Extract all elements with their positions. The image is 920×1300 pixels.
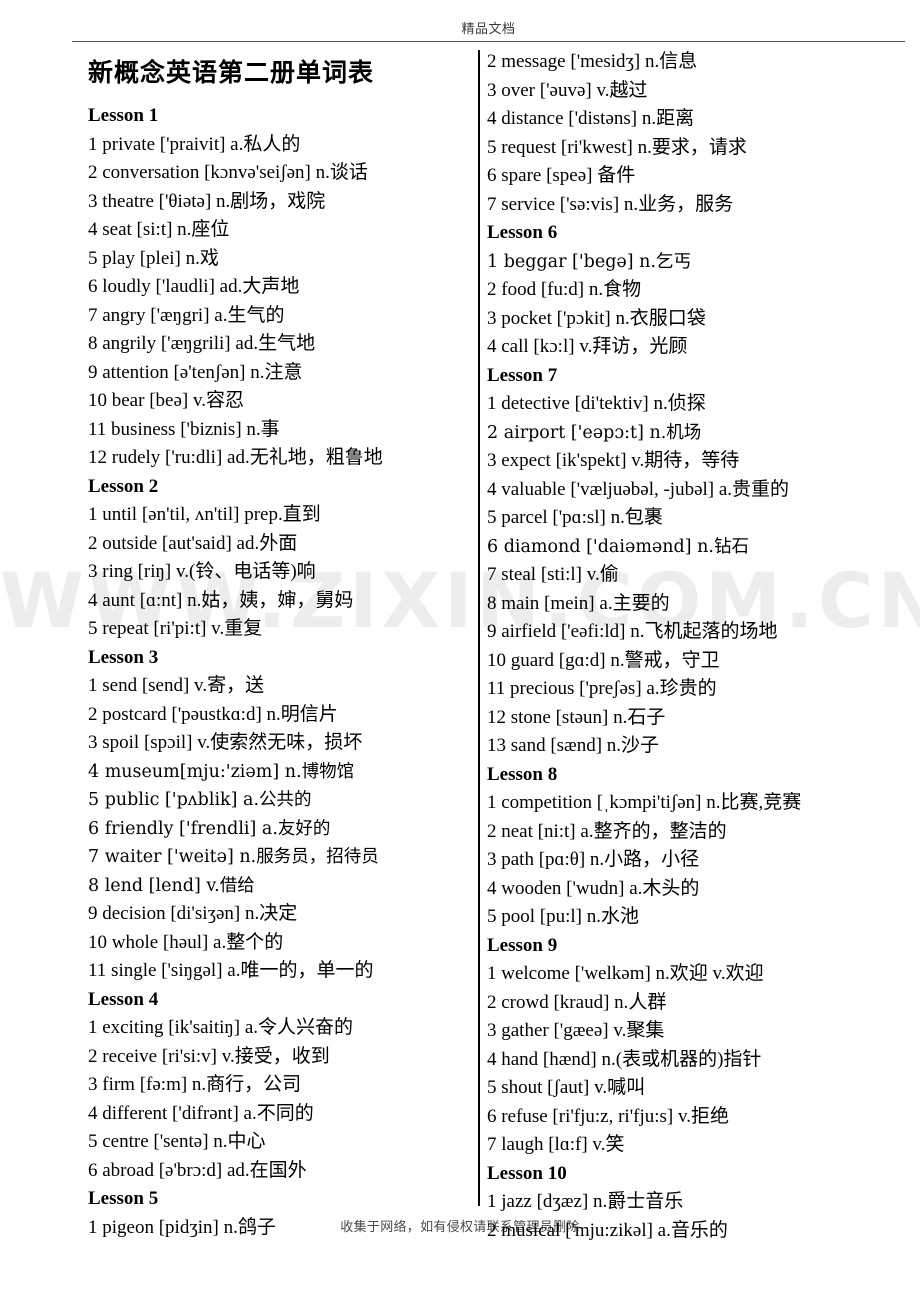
vocabulary-entry: 2 musical ['mju:zikəl] a.音乐的 bbox=[487, 1219, 728, 1241]
lesson-heading: Lesson 6 bbox=[487, 222, 558, 243]
vocabulary-entry: 8 main [mein] a.主要的 bbox=[487, 592, 670, 614]
vocabulary-entry: 6 friendly ['frendli] a.友好的 bbox=[88, 818, 331, 839]
vocabulary-entry: 1 beggar ['begə] n.乞丐 bbox=[487, 251, 692, 272]
vocabulary-entry: 3 theatre ['θiətə] n.剧场，戏院 bbox=[88, 190, 326, 212]
header-divider-rule bbox=[72, 41, 905, 42]
lesson-heading: Lesson 7 bbox=[487, 364, 558, 386]
vocabulary-entry: 3 gather ['gæeə] v.聚集 bbox=[487, 1020, 665, 1041]
vocabulary-entry: 7 service ['sə:vis] n.业务，服务 bbox=[487, 193, 734, 215]
vocabulary-entry: 2 neat [ni:t] a.整齐的，整洁的 bbox=[487, 820, 727, 842]
vocabulary-entry: 6 spare [speə] 备件 bbox=[487, 165, 636, 186]
vocabulary-entry: 1 competition [ˌkɔmpi'tiʃən] n.比赛,竞赛 bbox=[487, 792, 802, 813]
vocabulary-entry: 2 postcard ['pəustkɑ:d] n.明信片 bbox=[88, 703, 338, 725]
vocabulary-entry: 12 stone [stəun] n.石子 bbox=[487, 706, 666, 728]
vocabulary-entry: 1 private ['praivit] a.私人的 bbox=[88, 133, 301, 155]
vocabulary-entry: 3 firm [fə:m] n.商行，公司 bbox=[88, 1074, 302, 1095]
vocabulary-entry: 8 lend [lend] v.借给 bbox=[88, 875, 255, 896]
right-column: 2 message ['mesidʒ] n.信息 3 over ['əuvə] v… bbox=[487, 48, 887, 1245]
column-divider-rule bbox=[478, 50, 480, 1206]
vocabulary-entry: 11 single ['siŋgəl] a.唯一的，单一的 bbox=[88, 960, 374, 981]
lesson-heading: Lesson 3 bbox=[88, 646, 159, 668]
vocabulary-entry: 9 attention [ə'tenʃən] n.注意 bbox=[88, 361, 303, 383]
vocabulary-entry: 2 food [fu:d] n.食物 bbox=[487, 279, 642, 300]
vocabulary-entry: 1 welcome ['welkəm] n.欢迎 v.欢迎 bbox=[487, 963, 764, 984]
vocabulary-entry: 9 airfield ['eəfi:ld] n.飞机起落的场地 bbox=[487, 621, 778, 642]
vocabulary-entry: 4 different ['difrənt] a.不同的 bbox=[88, 1102, 314, 1124]
lesson-heading: Lesson 4 bbox=[88, 988, 159, 1010]
vocabulary-entry: 10 bear [beə] v.容忍 bbox=[88, 390, 244, 411]
vocabulary-entry: 4 valuable ['væljuəbəl, -jubəl] a.贵重的 bbox=[487, 478, 790, 500]
lesson-heading: Lesson 1 bbox=[88, 105, 159, 126]
vocabulary-entry: 5 shout [ʃaut] v.喊叫 bbox=[487, 1077, 646, 1098]
vocabulary-entry: 7 waiter ['weitə] n.服务员，招待员 bbox=[88, 847, 379, 867]
vocabulary-entry: 7 angry ['æŋgri] a.生气的 bbox=[88, 304, 285, 326]
right-column-entries: 2 message ['mesidʒ] n.信息 3 over ['əuvə] v… bbox=[487, 48, 887, 1245]
vocabulary-entry: 11 precious ['preʃəs] a.珍贵的 bbox=[487, 678, 717, 699]
vocabulary-entry: 3 over ['əuvə] v.越过 bbox=[487, 79, 648, 101]
vocabulary-entry: 5 repeat [ri'pi:t] v.重复 bbox=[88, 618, 263, 639]
lesson-heading: Lesson 10 bbox=[487, 1162, 567, 1184]
vocabulary-entry: 12 rudely ['ru:dli] ad.无礼地，粗鲁地 bbox=[88, 447, 383, 468]
vocabulary-entry: 3 pocket ['pɔkit] n.衣服口袋 bbox=[487, 307, 706, 329]
vocabulary-entry: 1 until [ən'til, ʌn'til] prep.直到 bbox=[88, 504, 321, 525]
vocabulary-entry: 8 angrily ['æŋgrili] ad.生气地 bbox=[88, 333, 316, 354]
vocabulary-entry: 2 crowd [kraud] n.人群 bbox=[487, 991, 667, 1013]
vocabulary-entry: 5 centre ['sentə] n.中心 bbox=[88, 1131, 266, 1152]
vocabulary-entry: 4 wooden ['wudn] a.木头的 bbox=[487, 877, 700, 899]
vocabulary-entry: 2 conversation [kɔnvə'seiʃən] n.谈话 bbox=[88, 162, 368, 183]
vocabulary-entry: 3 expect [ik'spekt] v.期待，等待 bbox=[487, 450, 740, 471]
vocabulary-entry: 1 exciting [ik'saitiŋ] a.令人兴奋的 bbox=[88, 1017, 354, 1038]
vocabulary-entry: 3 ring [riŋ] v.(铃、电话等)响 bbox=[88, 561, 316, 582]
document-body: 新概念英语第二册单词表 Lesson 1 1 private ['praivit]… bbox=[0, 48, 920, 1241]
vocabulary-entry: 4 seat [si:t] n.座位 bbox=[88, 219, 230, 240]
vocabulary-entry: 1 send [send] v.寄，送 bbox=[88, 675, 265, 696]
vocabulary-entry: 6 abroad [ə'brɔ:d] ad.在国外 bbox=[88, 1159, 307, 1181]
lesson-heading: Lesson 8 bbox=[487, 763, 558, 785]
vocabulary-entry: 7 steal [sti:l] v.偷 bbox=[487, 564, 619, 585]
vocabulary-entry: 5 public ['pʌblik] a.公共的 bbox=[88, 790, 312, 810]
vocabulary-entry: 1 pigeon [pidʒin] n.鸽子 bbox=[88, 1216, 276, 1238]
vocabulary-entry: 2 outside [aut'said] ad.外面 bbox=[88, 532, 298, 554]
lesson-heading: Lesson 9 bbox=[487, 934, 558, 956]
vocabulary-entry: 4 distance ['distəns] n.距离 bbox=[487, 108, 695, 129]
vocabulary-entry: 5 pool [pu:l] n.水池 bbox=[487, 906, 639, 927]
vocabulary-entry: 11 business ['biznis] n.事 bbox=[88, 418, 280, 440]
vocabulary-entry: 2 airport ['eəpɔ:t] n.机场 bbox=[487, 422, 702, 443]
vocabulary-entry: 5 parcel ['pɑ:sl] n.包裹 bbox=[487, 507, 663, 528]
vocabulary-entry: 5 request [ri'kwest] n.要求，请求 bbox=[487, 136, 747, 158]
vocabulary-entry: 4 call [kɔ:l] v.拜访，光顾 bbox=[487, 336, 688, 357]
lesson-heading: Lesson 5 bbox=[88, 1188, 159, 1209]
page-header-text: 精品文档 bbox=[461, 22, 516, 37]
vocabulary-entry: 6 diamond ['daiəmənd] n.钻石 bbox=[487, 536, 749, 557]
vocabulary-entry: 4 hand [hænd] n.(表或机器的)指针 bbox=[487, 1048, 762, 1070]
vocabulary-entry: 2 message ['mesidʒ] n.信息 bbox=[487, 51, 698, 72]
vocabulary-entry: 1 detective [di'tektiv] n.侦探 bbox=[487, 393, 706, 414]
left-column: 新概念英语第二册单词表 Lesson 1 1 private ['praivit]… bbox=[88, 48, 472, 1242]
vocabulary-entry: 2 receive [ri'si:v] v.接受，收到 bbox=[88, 1045, 330, 1067]
left-column-entries: Lesson 1 1 private ['praivit] a.私人的 2 conv… bbox=[88, 102, 472, 1242]
vocabulary-entry: 13 sand [sænd] n.沙子 bbox=[487, 735, 660, 756]
vocabulary-entry: 1 jazz [dʒæz] n.爵士音乐 bbox=[487, 1191, 684, 1212]
lesson-heading: Lesson 2 bbox=[88, 475, 159, 497]
vocabulary-entry: 4 aunt [ɑ:nt] n.姑，姨，婶，舅妈 bbox=[88, 589, 354, 611]
page-title: 新概念英语第二册单词表 bbox=[88, 58, 375, 87]
vocabulary-entry: 10 guard [gɑ:d] n.警戒，守卫 bbox=[487, 649, 720, 671]
vocabulary-entry: 6 refuse [ri'fju:z, ri'fju:s] v.拒绝 bbox=[487, 1105, 729, 1127]
vocabulary-entry: 6 loudly ['laudli] ad.大声地 bbox=[88, 276, 300, 297]
vocabulary-entry: 9 decision [di'siʒən] n.决定 bbox=[88, 903, 298, 924]
vocabulary-entry: 3 spoil [spɔil] v.使索然无味，损坏 bbox=[88, 732, 363, 753]
vocabulary-entry: 5 play [plei] n.戏 bbox=[88, 247, 219, 269]
vocabulary-entry: 7 laugh [lɑ:f] v.笑 bbox=[487, 1134, 625, 1155]
vocabulary-entry: 10 whole [həul] a.整个的 bbox=[88, 931, 284, 953]
vocabulary-entry: 4 museum[mju:'ziəm] n.博物馆 bbox=[88, 761, 355, 782]
vocabulary-entry: 3 path [pɑ:θ] n.小路，小径 bbox=[487, 849, 700, 870]
